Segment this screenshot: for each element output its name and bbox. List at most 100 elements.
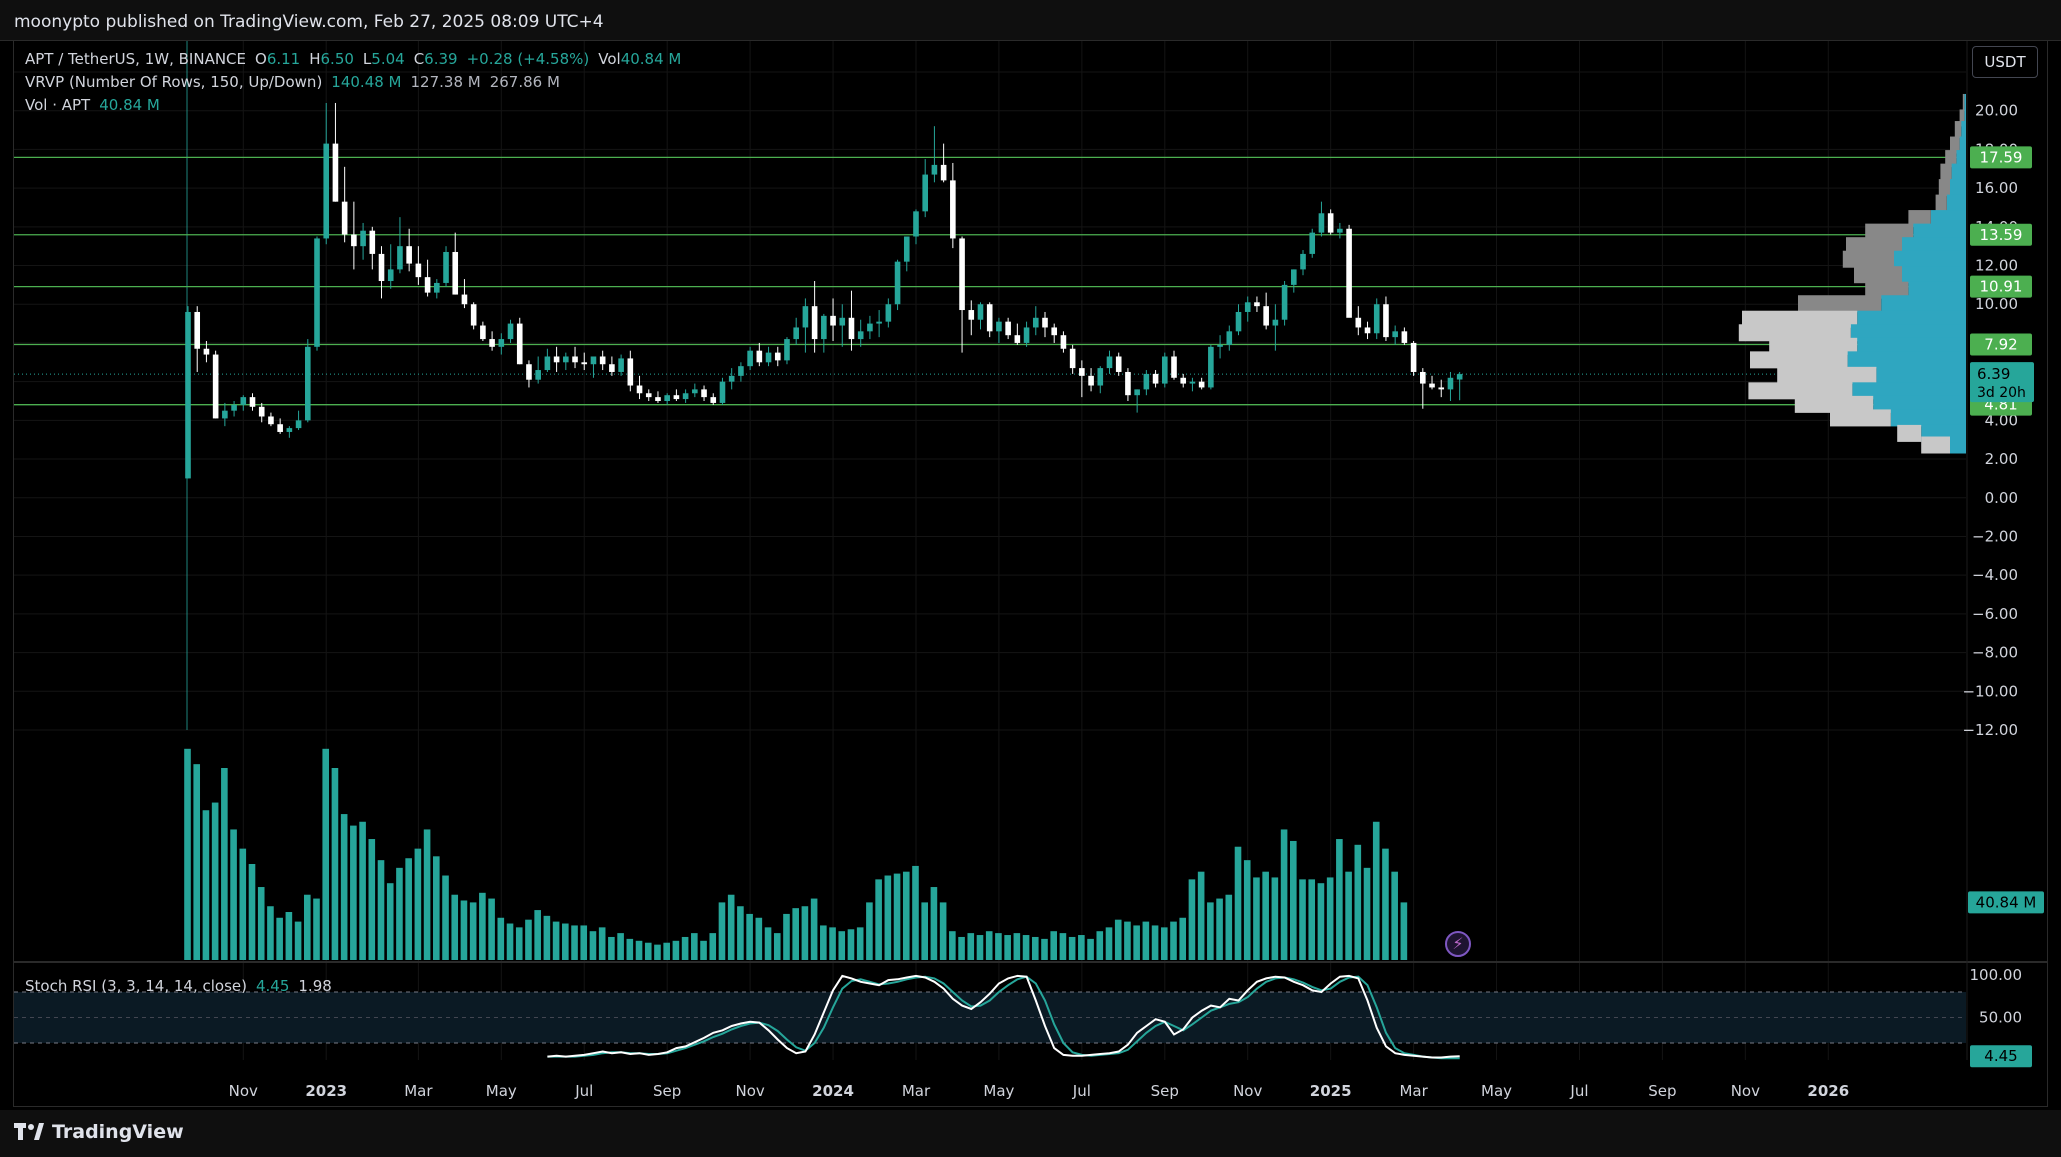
candle-body <box>710 397 717 403</box>
volume-bar <box>958 936 965 960</box>
candle-body <box>1327 213 1334 233</box>
volume-bar <box>552 921 560 960</box>
volume-bar <box>709 933 717 960</box>
tradingview-logo[interactable]: TradingView <box>14 1121 184 1143</box>
candle-body <box>452 251 459 295</box>
time-tick-label: Jul <box>574 1082 593 1100</box>
vp-down-bar <box>1750 351 1848 369</box>
volume-bar <box>884 875 892 960</box>
volume-bar <box>654 944 661 960</box>
candle-body <box>931 164 938 175</box>
volume-bar <box>875 879 882 960</box>
volume-bar <box>681 936 689 960</box>
candle-body <box>351 234 357 247</box>
candle-body <box>222 410 228 419</box>
volume-bar <box>267 906 274 960</box>
volume-bar <box>589 931 597 960</box>
volume-bar <box>773 933 781 960</box>
volume-bar <box>1354 844 1362 960</box>
price-tick-label: 16.00 <box>1975 179 2018 197</box>
time-tick-label: Sep <box>653 1082 681 1100</box>
volume-bar <box>893 873 901 960</box>
legend-vrvp-label[interactable]: VRVP (Number Of Rows, 150, Up/Down) <box>25 73 322 91</box>
volume-bar <box>423 829 431 960</box>
legend-volume: Vol · APT 40.84 M <box>25 96 169 114</box>
candle-body <box>1401 331 1408 343</box>
price-tick-label: −10.00 <box>1962 682 2018 700</box>
candle-body <box>295 420 302 429</box>
candle-body <box>1300 253 1306 270</box>
level-badge: 13.59 <box>1980 226 2023 244</box>
candle-body <box>1125 371 1131 396</box>
volume-bar <box>359 821 366 960</box>
candle-body <box>1235 311 1242 332</box>
candle-body <box>968 310 975 320</box>
time-axis[interactable]: Nov 2023 Mar May Jul Sep Nov 2024 Mar May Jul Sep No… <box>229 1082 1849 1100</box>
candle-body <box>470 304 477 326</box>
vp-down-bar <box>1921 436 1950 454</box>
volume-bar <box>976 935 984 960</box>
volume-bar <box>405 858 412 960</box>
candle-body <box>434 282 440 293</box>
time-tick-label: 2026 <box>1807 1082 1849 1100</box>
price-tick-label: 12.00 <box>1975 257 2018 275</box>
volume-bar <box>1290 840 1297 960</box>
volume-bar <box>626 938 634 960</box>
currency-button[interactable]: USDT <box>1972 46 2038 78</box>
price-tick-label: 2.00 <box>1985 450 2018 468</box>
price-tick-label: −4.00 <box>1972 566 2018 584</box>
candle-body <box>839 317 846 326</box>
vp-down-bar <box>1798 295 1882 313</box>
candle-body <box>231 404 237 411</box>
vp-up-bar <box>1950 179 1966 197</box>
volume-bar <box>1262 871 1269 960</box>
candle-body <box>1355 317 1362 328</box>
candle-body <box>1161 356 1168 384</box>
candle-body <box>277 424 283 432</box>
candle-body <box>747 350 753 367</box>
volume-bar <box>1234 846 1242 960</box>
candle-body <box>258 406 265 417</box>
candle-body <box>959 238 965 311</box>
volume-bar <box>571 925 578 960</box>
legend-vol: 40.84 M <box>620 50 682 68</box>
candle-body <box>774 352 781 361</box>
legend-stoch-label[interactable]: Stoch RSI (3, 3, 14, 14, close) <box>25 977 247 995</box>
volume-bar <box>1050 931 1058 960</box>
volume-bar <box>377 860 385 960</box>
candle-body <box>682 393 689 400</box>
candle-body <box>498 339 505 347</box>
time-tick-label: Sep <box>1151 1082 1179 1100</box>
legend-vol2-label[interactable]: Vol · APT <box>25 96 90 114</box>
legend-symbol[interactable]: APT / TetherUS, 1W, BINANCE <box>25 50 246 68</box>
volume-bar <box>1391 871 1398 960</box>
legend-open: 6.11 <box>266 50 301 68</box>
candle-body <box>1171 356 1177 378</box>
candle-body <box>415 263 422 278</box>
candle-body <box>1456 374 1463 380</box>
volume-bar <box>764 927 772 960</box>
volume-bar <box>313 898 320 960</box>
time-tick-label: Mar <box>902 1082 931 1100</box>
volume-bar <box>1151 925 1159 960</box>
volume-profile <box>1738 93 1966 454</box>
candle-body <box>507 323 514 340</box>
candle-body <box>397 246 403 270</box>
flash-icon[interactable]: ⚡ <box>1445 931 1471 957</box>
candle-body <box>996 321 1002 332</box>
price-tick-label: 10.00 <box>1975 295 2018 313</box>
vp-up-bar <box>1951 163 1966 181</box>
price-tick-label: −12.00 <box>1962 721 2018 739</box>
price-tick-label: −2.00 <box>1972 527 2018 545</box>
candle-body <box>857 331 864 340</box>
candle-body <box>950 180 956 239</box>
candle-body <box>1383 304 1389 338</box>
candle-body <box>1373 304 1380 334</box>
legend-low: 5.04 <box>371 50 405 68</box>
volume-bar <box>202 810 210 960</box>
volume-bar <box>1078 935 1085 960</box>
candle-body <box>1291 269 1297 285</box>
price-axis[interactable]: 22.0020.0018.0016.0014.0012.0010.008.006… <box>1962 63 2022 1027</box>
volume-bar <box>1068 936 1076 960</box>
candle-body <box>268 416 274 425</box>
